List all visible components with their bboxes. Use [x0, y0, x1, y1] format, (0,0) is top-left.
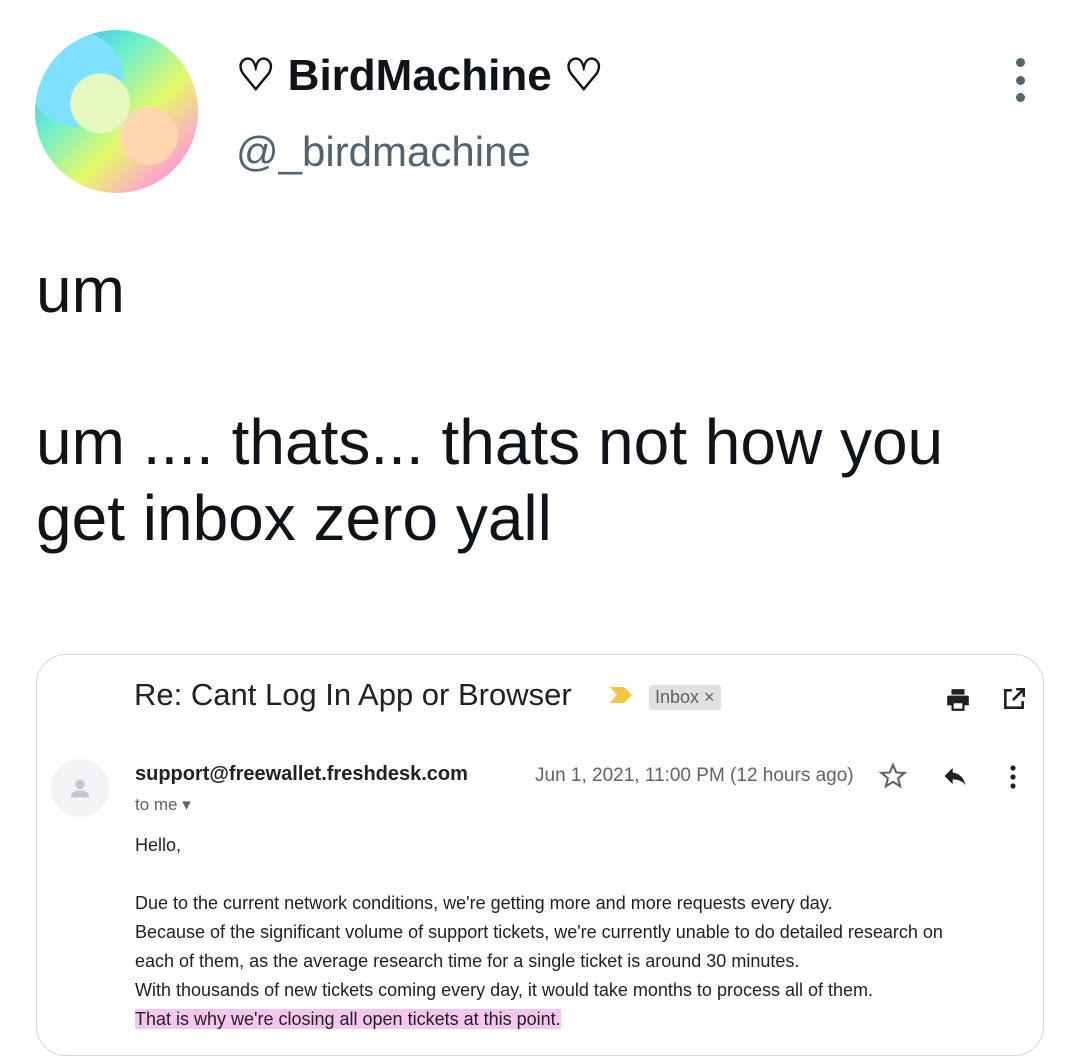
person-icon: [70, 779, 90, 798]
star-icon[interactable]: [879, 762, 907, 790]
open-in-new-window-icon[interactable]: [1001, 686, 1027, 712]
highlighted-line: That is why we're closing all open ticke…: [135, 1009, 561, 1029]
email-body-line: Due to the current network conditions, w…: [135, 893, 833, 913]
inbox-label[interactable]: Inbox ×: [649, 685, 721, 710]
reply-icon[interactable]: [941, 762, 969, 790]
print-icon[interactable]: [945, 687, 971, 713]
recipient-dropdown[interactable]: to me ▾: [135, 795, 191, 815]
email-greeting: Hello,: [135, 835, 182, 855]
email-body: Hello, Due to the current network condit…: [135, 831, 1025, 1034]
email-body-line: With thousands of new tickets coming eve…: [135, 980, 874, 1000]
email-body-line: each of them, as the average research ti…: [135, 951, 800, 971]
email-date: Jun 1, 2021, 11:00 PM (12 hours ago): [535, 765, 854, 786]
email-subject: Re: Cant Log In App or Browser: [134, 677, 572, 712]
importance-marker-icon: [610, 687, 632, 703]
more-options-icon[interactable]: [1006, 58, 1034, 102]
email-body-line: Because of the significant volume of sup…: [135, 922, 943, 942]
sender-avatar: [51, 759, 109, 817]
tweet-text: um um .... thats... thats not how you ge…: [36, 254, 944, 554]
display-name[interactable]: ♡ BirdMachine ♡: [236, 50, 603, 101]
email-screenshot-card[interactable]: Re: Cant Log In App or Browser Inbox × s…: [36, 654, 1044, 1056]
user-handle[interactable]: @_birdmachine: [236, 128, 531, 176]
more-vertical-icon[interactable]: [1003, 763, 1023, 791]
sender-address[interactable]: support@freewallet.freshdesk.com: [135, 763, 468, 786]
profile-avatar[interactable]: [35, 30, 198, 193]
